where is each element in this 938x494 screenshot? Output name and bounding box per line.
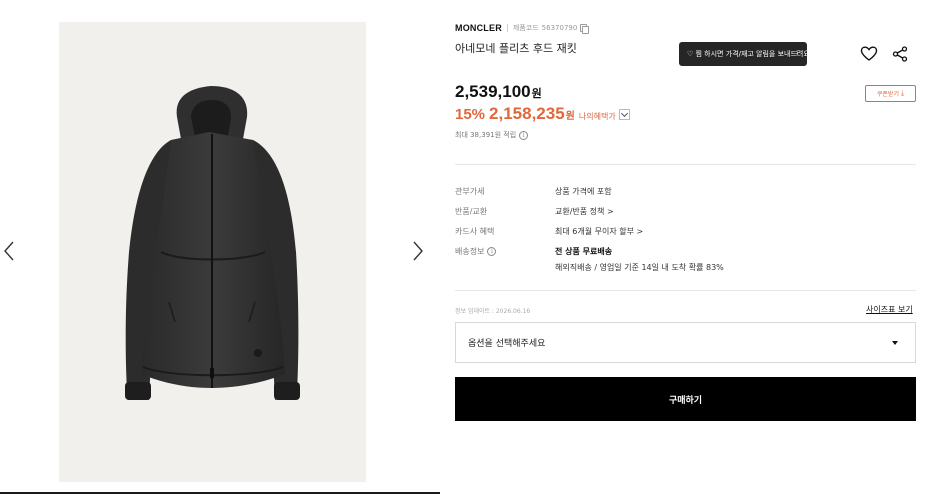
original-price: 2,539,100	[455, 82, 531, 101]
spec-key: 카드사 혜택	[455, 227, 495, 236]
product-info-panel: MONCLER 제품코드 56370790 아네모네 플리츠 후드 재킷 ♡ 찜…	[455, 0, 916, 494]
discount-price-row: 15% 2,158,235 원 나의혜택가	[455, 104, 630, 124]
copy-icon[interactable]	[580, 24, 590, 34]
spec-value: 전 상품 무료배송	[555, 247, 613, 256]
card-benefit-link[interactable]: 최대 6개월 무이자 할부 >	[555, 226, 643, 237]
brand-name[interactable]: MONCLER	[455, 23, 502, 33]
return-policy-link[interactable]: 교환/반품 정책 >	[555, 206, 614, 217]
spec-key: 반품/교환	[455, 207, 488, 216]
option-placeholder: 옵션을 선택해주세요	[468, 339, 546, 349]
discounted-price: 2,158,235	[489, 104, 565, 123]
info-icon[interactable]: i	[487, 247, 497, 256]
info-update-date: 정보 업데이트 : 2026.06.16	[455, 308, 531, 315]
my-benefit-price-link[interactable]: 나의혜택가	[579, 111, 616, 122]
spec-value: 상품 가격에 포함	[555, 187, 612, 196]
chevron-down-icon[interactable]	[618, 109, 630, 120]
chevron-left-icon	[4, 241, 14, 261]
chevron-right-icon: ›	[795, 48, 799, 58]
option-select[interactable]: 옵션을 선택해주세요	[455, 322, 916, 363]
spec-key: 배송정보 i	[455, 246, 497, 257]
download-icon: ⤓	[900, 89, 905, 97]
divider	[455, 164, 916, 165]
next-image-button[interactable]	[409, 240, 425, 262]
original-price-row: 2,539,100 원	[455, 82, 542, 102]
product-image[interactable]	[59, 22, 366, 482]
spec-key: 관부가세	[455, 187, 485, 196]
product-gallery	[0, 0, 440, 494]
brand-row: MONCLER 제품코드 56370790	[455, 21, 590, 35]
product-code-label: 제품코드	[512, 24, 539, 32]
share-icon	[892, 46, 908, 62]
previous-image-button[interactable]	[2, 240, 18, 262]
caret-down-icon	[892, 341, 898, 345]
chevron-right-icon	[413, 241, 423, 261]
coupon-download-button[interactable]: 쿠폰받기 ⤓	[865, 85, 916, 102]
separator	[506, 24, 508, 32]
points-text: 최대 38,391원 적립	[455, 131, 517, 139]
points-row: 최대 38,391원 적립 i	[455, 130, 529, 140]
buy-button[interactable]: 구매하기	[455, 377, 916, 421]
notify-label: ♡ 찜 하시면 가격/재고 알림을 보내드려요!	[687, 50, 813, 58]
shipping-detail: 해외직배송 / 영업일 기준 14일 내 도착 확률 83%	[555, 263, 724, 272]
wishlist-heart-button[interactable]	[860, 45, 878, 63]
product-code-value: 56370790	[541, 24, 578, 32]
coupon-label: 쿠폰받기	[876, 91, 899, 98]
product-title: 아네모네 플리츠 후드 재킷	[455, 42, 577, 55]
size-chart-link[interactable]: 사이즈표 보기	[866, 304, 913, 315]
heart-icon	[860, 46, 878, 61]
info-icon[interactable]: i	[519, 130, 529, 140]
currency-unit: 원	[531, 87, 542, 100]
divider	[455, 290, 916, 291]
discount-rate: 15%	[455, 106, 486, 123]
share-button[interactable]	[892, 46, 908, 62]
spec-key-label: 배송정보	[455, 247, 485, 256]
wishlist-notify-button[interactable]: ♡ 찜 하시면 가격/재고 알림을 보내드려요! ›	[679, 42, 813, 66]
jacket-illustration	[125, 86, 300, 400]
currency-unit: 원	[565, 111, 575, 122]
